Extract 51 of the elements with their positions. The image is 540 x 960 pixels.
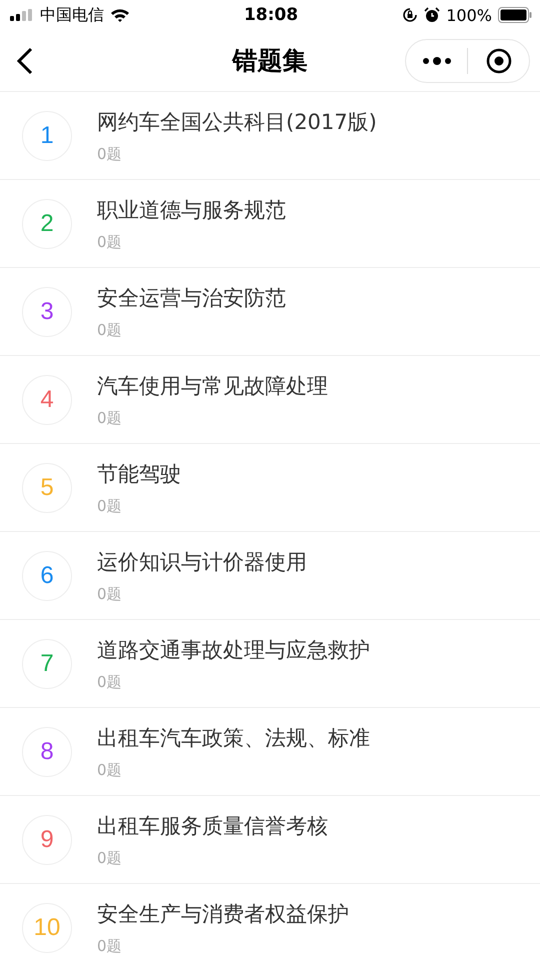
question-count: 0题 — [97, 496, 123, 516]
topic-title: 节能驾驶 — [97, 460, 181, 488]
topic-number: 4 — [22, 374, 72, 424]
topic-number: 9 — [22, 814, 72, 864]
topic-title: 安全运营与治安防范 — [97, 284, 286, 312]
topic-row[interactable]: 1 网约车全国公共科目(2017版) 0题 — [0, 92, 540, 180]
topic-title: 网约车全国公共科目(2017版) — [97, 108, 377, 136]
topic-number: 3 — [22, 286, 72, 336]
question-count: 0题 — [97, 144, 123, 164]
topic-number: 10 — [22, 902, 72, 952]
clock-time: 18:08 — [244, 5, 298, 25]
topic-number: 2 — [22, 198, 72, 248]
topic-row[interactable]: 8 出租车汽车政策、法规、标准 0题 — [0, 708, 540, 796]
topic-row[interactable]: 5 节能驾驶 0题 — [0, 444, 540, 532]
battery-percent: 100% — [446, 6, 492, 24]
topic-number: 6 — [22, 550, 72, 600]
carrier-name: 中国电信 — [40, 4, 104, 26]
topic-row[interactable]: 6 运价知识与计价器使用 0题 — [0, 532, 540, 620]
signal-icon — [10, 9, 34, 21]
question-count: 0题 — [97, 408, 123, 428]
topic-row[interactable]: 10 安全生产与消费者权益保护 0题 — [0, 884, 540, 960]
question-count: 0题 — [97, 936, 123, 956]
topic-number: 5 — [22, 462, 72, 512]
question-count: 0题 — [97, 232, 123, 252]
question-count: 0题 — [97, 848, 123, 868]
topic-row[interactable]: 2 职业道德与服务规范 0题 — [0, 180, 540, 268]
topic-title: 道路交通事故处理与应急救护 — [97, 636, 370, 664]
topic-number: 7 — [22, 638, 72, 688]
target-icon — [486, 48, 512, 74]
topic-title: 职业道德与服务规范 — [97, 196, 286, 224]
rotation-lock-icon — [402, 7, 418, 23]
topic-title: 汽车使用与常见故障处理 — [97, 372, 328, 400]
question-count: 0题 — [97, 760, 123, 780]
topic-title: 出租车汽车政策、法规、标准 — [97, 724, 370, 752]
topic-row[interactable]: 9 出租车服务质量信誉考核 0题 — [0, 796, 540, 884]
battery-icon — [498, 7, 532, 23]
question-count: 0题 — [97, 672, 123, 692]
page-title: 错题集 — [232, 45, 308, 77]
question-count: 0题 — [97, 584, 123, 604]
topic-number: 1 — [22, 110, 72, 160]
more-icon — [422, 56, 452, 66]
topic-row[interactable]: 3 安全运营与治安防范 0题 — [0, 268, 540, 356]
alarm-icon — [424, 7, 440, 23]
topic-number: 8 — [22, 726, 72, 776]
topic-row[interactable]: 7 道路交通事故处理与应急救护 0题 — [0, 620, 540, 708]
question-count: 0题 — [97, 320, 123, 340]
topic-title: 安全生产与消费者权益保护 — [97, 900, 349, 928]
wifi-icon — [110, 8, 130, 22]
topic-title: 出租车服务质量信誉考核 — [97, 812, 328, 840]
topic-title: 运价知识与计价器使用 — [97, 548, 307, 576]
topic-row[interactable]: 4 汽车使用与常见故障处理 0题 — [0, 356, 540, 444]
